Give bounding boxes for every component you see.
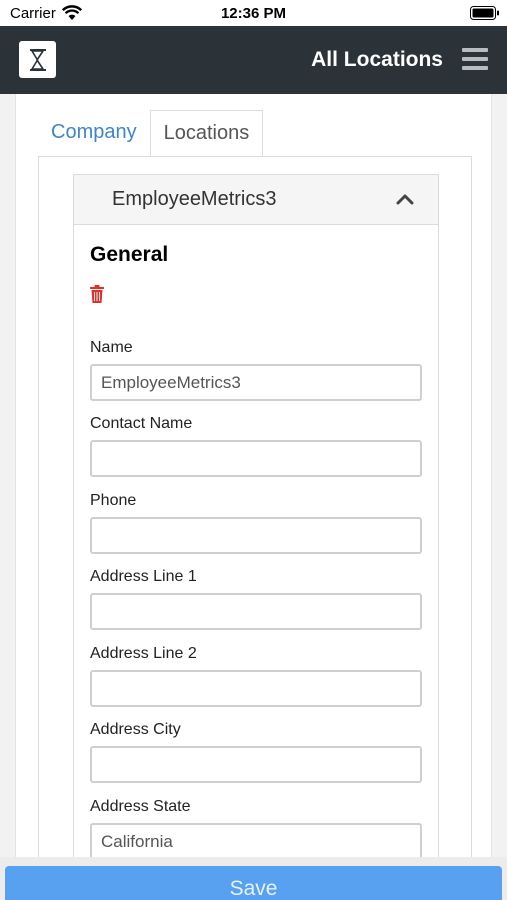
name-label: Name (90, 339, 133, 356)
address-state-label: Address State (90, 798, 191, 815)
address-line-2-label: Address Line 2 (90, 645, 197, 662)
name-field: Name (90, 339, 422, 401)
hourglass-logo-icon[interactable] (19, 41, 56, 78)
location-card-header[interactable]: EmployeeMetrics3 (74, 175, 438, 225)
address-city-field: Address City (90, 721, 422, 783)
trash-icon[interactable] (90, 285, 104, 303)
address-line-2-field: Address Line 2 (90, 645, 422, 707)
save-button[interactable]: Save (5, 866, 502, 900)
hamburger-menu-icon[interactable] (462, 48, 488, 70)
tab-bar: Company Locations (38, 110, 264, 156)
location-card: EmployeeMetrics3 General Name EmployeeMe… (73, 174, 439, 864)
page-title: All Locations (311, 48, 443, 71)
app-header: All Locations (0, 26, 507, 94)
address-line-2-input[interactable] (90, 670, 422, 707)
address-state-input[interactable] (90, 823, 422, 860)
save-bar: Save (0, 857, 507, 900)
section-heading-general: General (90, 243, 169, 266)
contact-name-input[interactable] (90, 440, 422, 477)
clock: 12:36 PM (220, 5, 287, 22)
contact-name-label: Contact Name (90, 415, 193, 432)
phone-field: Phone (90, 492, 422, 554)
main-content: Company Locations EmployeeMetrics3 Gener… (15, 94, 492, 864)
phone-label: Phone (90, 492, 137, 509)
battery-icon (470, 6, 499, 20)
location-title: EmployeeMetrics3 (112, 188, 277, 210)
address-line-1-label: Address Line 1 (90, 568, 197, 585)
address-city-input[interactable] (90, 746, 422, 783)
tab-company[interactable]: Company (38, 110, 150, 156)
contact-name-field: Contact Name (90, 415, 422, 477)
phone-input[interactable] (90, 517, 422, 554)
address-state-field: Address State (90, 798, 422, 860)
locations-panel: EmployeeMetrics3 General Name EmployeeMe… (38, 156, 472, 864)
address-line-1-field: Address Line 1 (90, 568, 422, 630)
address-line-1-input[interactable] (90, 593, 422, 630)
tab-locations[interactable]: Locations (149, 110, 264, 156)
status-bar: Carrier 12:36 PM (0, 0, 507, 26)
address-city-label: Address City (90, 721, 181, 738)
name-input[interactable] (90, 364, 422, 401)
chevron-up-icon[interactable] (396, 193, 414, 205)
